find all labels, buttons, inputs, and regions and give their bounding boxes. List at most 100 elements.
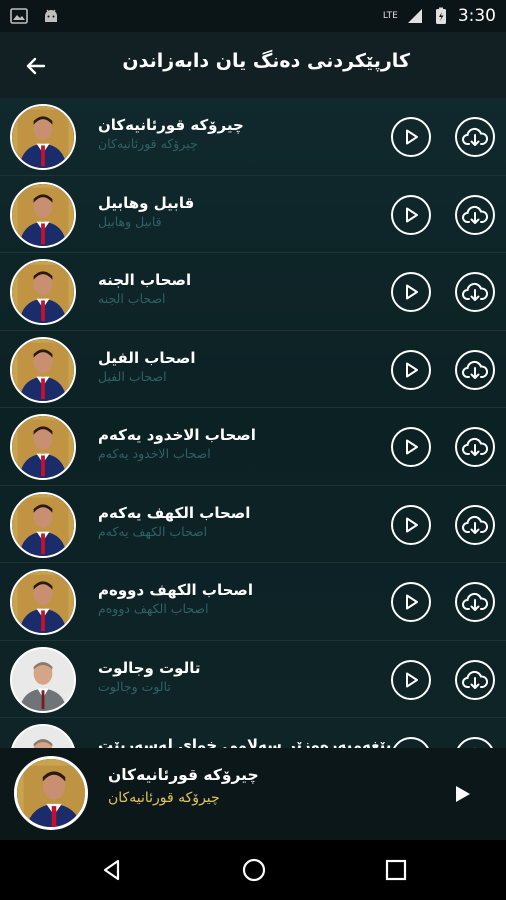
item-title: اصحاب الجنه bbox=[98, 271, 192, 289]
play-icon bbox=[406, 362, 418, 377]
status-bar: LTE 3:30 bbox=[0, 0, 506, 32]
play-icon bbox=[406, 517, 418, 532]
toolbar: کارپێکردنی دەنگ یان دابەزاندن bbox=[0, 32, 506, 98]
cloud-download-icon bbox=[462, 670, 488, 689]
status-left bbox=[10, 7, 60, 25]
player-play-button[interactable] bbox=[448, 780, 476, 808]
system-nav-bar bbox=[0, 840, 506, 900]
cloud-download-icon bbox=[462, 360, 488, 379]
avatar bbox=[10, 414, 76, 480]
item-title: تالوت وجالوت bbox=[98, 658, 201, 677]
nav-recents-button[interactable] bbox=[382, 856, 410, 884]
person-avatar-icon bbox=[12, 648, 74, 711]
clock: 3:30 bbox=[457, 6, 496, 26]
network-type: LTE bbox=[382, 11, 398, 21]
avatar bbox=[10, 181, 76, 248]
play-button[interactable] bbox=[391, 427, 431, 467]
person-avatar-icon bbox=[17, 759, 85, 827]
play-icon bbox=[406, 129, 418, 145]
status-right: LTE 3:30 bbox=[383, 6, 496, 26]
cloud-download-icon bbox=[462, 282, 488, 301]
avatar bbox=[10, 104, 76, 170]
play-button[interactable] bbox=[391, 659, 431, 700]
list-item[interactable]: اصحاب الکهف یەکەم اصحاب الکهف یەکەم bbox=[0, 486, 506, 563]
download-button[interactable] bbox=[455, 582, 495, 622]
avatar bbox=[10, 491, 76, 558]
gallery-icon bbox=[10, 8, 28, 24]
item-subtitle: چیرۆکە قورئانیەکان bbox=[98, 136, 198, 151]
cloud-download-icon bbox=[462, 515, 488, 534]
item-subtitle: اصحاب الفیل bbox=[98, 368, 167, 384]
person-avatar-icon bbox=[12, 493, 74, 556]
person-avatar-icon bbox=[12, 261, 74, 323]
person-avatar-icon bbox=[12, 416, 74, 478]
download-button[interactable] bbox=[455, 504, 495, 545]
list-item[interactable]: اصحاب الکهف دووەم اصحاب الکهف دووەم bbox=[0, 563, 506, 641]
list-item[interactable]: تالوت وجالوت تالوت وجالوت bbox=[0, 641, 506, 718]
item-title: قابیل وهابیل bbox=[98, 193, 195, 212]
item-title: اصحاب الکهف یەکەم bbox=[98, 503, 251, 522]
play-icon bbox=[406, 439, 418, 455]
player-title: چیرۆکە قورئانیەکان bbox=[108, 766, 259, 784]
signal-icon bbox=[407, 9, 422, 23]
avatar bbox=[10, 336, 76, 403]
play-icon bbox=[456, 786, 470, 802]
download-button[interactable] bbox=[455, 737, 495, 748]
download-button[interactable] bbox=[455, 659, 495, 700]
play-button[interactable] bbox=[391, 582, 431, 622]
list-item[interactable]: اصحاب الجنه اصحاب الجنه bbox=[0, 253, 506, 331]
item-title: پێغەمبەرەوزێر سەلامی خوای لەسەربێت bbox=[98, 736, 392, 748]
mini-player[interactable]: چیرۆکە قورئانیەکان چیرۆکە قورئانیەکان bbox=[0, 748, 506, 840]
person-avatar-icon bbox=[12, 183, 74, 246]
avatar bbox=[10, 646, 76, 713]
android-icon bbox=[45, 9, 57, 22]
player-avatar bbox=[14, 756, 88, 830]
play-button[interactable] bbox=[391, 349, 431, 390]
download-button[interactable] bbox=[455, 427, 495, 467]
item-subtitle: اصحاب الجنه bbox=[98, 291, 166, 306]
nav-home-button[interactable] bbox=[240, 856, 268, 884]
item-subtitle: قابیل وهابیل bbox=[98, 213, 162, 229]
cloud-download-icon bbox=[462, 592, 488, 611]
nav-back-button[interactable] bbox=[98, 856, 126, 884]
play-button[interactable] bbox=[391, 737, 431, 748]
circle-home-icon bbox=[242, 858, 266, 882]
triangle-back-icon bbox=[103, 859, 120, 881]
item-title: اصحاب الاخدود یەکەم bbox=[98, 426, 256, 444]
download-button[interactable] bbox=[455, 272, 495, 312]
item-subtitle: اصحاب الاخدود یەکەم bbox=[98, 446, 211, 461]
battery-icon bbox=[435, 7, 446, 24]
track-list: چیرۆکە قورئانیەکان چیرۆکە قورئانیەکان قا… bbox=[0, 98, 506, 748]
list-item[interactable]: اصحاب الاخدود یەکەم اصحاب الاخدود یەکەم bbox=[0, 408, 506, 486]
item-title: اصحاب الکهف دووەم bbox=[98, 581, 254, 599]
player-subtitle: چیرۆکە قورئانیەکان bbox=[108, 790, 220, 806]
person-avatar-icon bbox=[12, 726, 74, 748]
item-subtitle: اصحاب الکهف یەکەم bbox=[98, 523, 208, 539]
back-button[interactable] bbox=[18, 48, 54, 84]
item-title: چیرۆکە قورئانیەکان bbox=[98, 116, 244, 134]
play-icon bbox=[406, 672, 418, 687]
play-button[interactable] bbox=[391, 117, 431, 157]
download-button[interactable] bbox=[455, 194, 495, 235]
play-icon bbox=[406, 594, 418, 610]
list-item[interactable]: پێغەمبەرەوزێر سەلامی خوای لەسەربێت bbox=[0, 718, 506, 748]
play-button[interactable] bbox=[391, 194, 431, 235]
play-button[interactable] bbox=[391, 504, 431, 545]
play-button[interactable] bbox=[391, 272, 431, 312]
page-title: کارپێکردنی دەنگ یان دابەزاندن bbox=[122, 50, 410, 72]
item-subtitle: اصحاب الکهف دووەم bbox=[98, 601, 209, 616]
person-avatar-icon bbox=[12, 106, 74, 168]
list-item[interactable]: چیرۆکە قورئانیەکان چیرۆکە قورئانیەکان bbox=[0, 98, 506, 176]
avatar bbox=[10, 259, 76, 325]
download-button[interactable] bbox=[455, 117, 495, 157]
avatar bbox=[10, 724, 76, 748]
cloud-download-icon bbox=[462, 127, 488, 146]
list-item[interactable]: قابیل وهابیل قابیل وهابیل bbox=[0, 176, 506, 253]
arrow-left-icon bbox=[26, 57, 46, 75]
download-button[interactable] bbox=[455, 349, 495, 390]
person-avatar-icon bbox=[12, 571, 74, 633]
list-item[interactable]: اصحاب الفیل اصحاب الفیل bbox=[0, 331, 506, 408]
cloud-download-icon bbox=[462, 205, 488, 224]
play-icon bbox=[406, 284, 418, 300]
play-icon bbox=[406, 207, 418, 222]
